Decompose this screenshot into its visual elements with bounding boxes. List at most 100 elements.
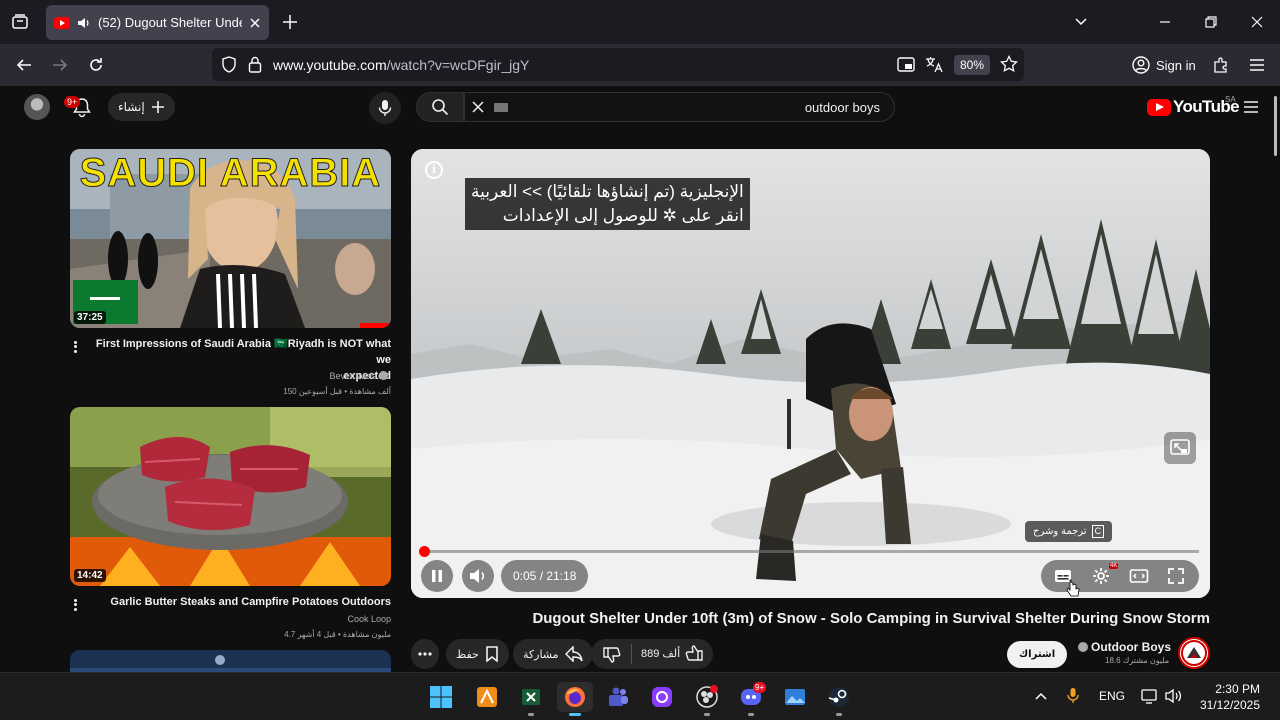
related-video-channel[interactable]: Bevetravels: [200, 371, 388, 381]
channel-avatar[interactable]: [1178, 637, 1210, 669]
user-avatar[interactable]: [24, 94, 50, 120]
bookmark-star-icon[interactable]: [1000, 55, 1018, 73]
like-button[interactable]: [685, 645, 703, 662]
restore-icon[interactable]: [1204, 15, 1218, 29]
input-language[interactable]: ENG: [1099, 689, 1125, 703]
miniplayer-icon: [1170, 439, 1190, 455]
extensions-icon[interactable]: [1212, 56, 1230, 74]
related-video-thumbnail[interactable]: SAUDI ARABIA 37:25: [70, 149, 391, 328]
scrollbar-thumb[interactable]: [1274, 96, 1277, 156]
share-button[interactable]: مشاركة: [513, 639, 593, 669]
settings-gear-icon: [1093, 568, 1109, 584]
new-tab-icon[interactable]: [281, 13, 299, 31]
taskbar-app-sublime[interactable]: [472, 682, 502, 712]
translate-icon[interactable]: [925, 56, 943, 73]
channel-name[interactable]: Outdoor Boys: [1078, 640, 1171, 654]
guide-menu-icon[interactable]: [1242, 99, 1260, 115]
taskbar-running-indicator: [836, 713, 842, 716]
youtube-play-logo-icon: [1147, 98, 1171, 116]
url-host: www.youtube.com: [273, 57, 387, 73]
related-video-channel[interactable]: Cook Loop: [200, 614, 391, 624]
photos-icon: [785, 689, 805, 705]
more-actions-icon[interactable]: [74, 597, 78, 612]
thumbnail-image: [70, 650, 391, 672]
obs-icon: [696, 685, 718, 708]
progress-scrubber-handle[interactable]: [419, 546, 430, 557]
clear-search-icon[interactable]: [471, 100, 485, 114]
tab-list-icon[interactable]: [11, 13, 29, 31]
tray-overflow-chevron-icon[interactable]: [1034, 690, 1048, 702]
taskbar-app-excel[interactable]: [516, 682, 546, 712]
subscribe-button[interactable]: اشتراك: [1007, 641, 1068, 668]
clock-date[interactable]: 31/12/2025: [1194, 698, 1260, 712]
tracking-shield-icon[interactable]: [221, 56, 237, 73]
channel-name-text: Bevetravels: [329, 371, 377, 381]
volume-tray-icon[interactable]: [1165, 688, 1183, 704]
search-button[interactable]: [416, 92, 464, 122]
network-icon[interactable]: [1141, 688, 1159, 704]
zoom-level-button[interactable]: 80%: [954, 55, 991, 75]
info-icon[interactable]: i: [425, 161, 443, 179]
tab-overflow-chevron-icon[interactable]: [1074, 15, 1088, 29]
related-video-title[interactable]: Garlic Butter Steaks and Campfire Potato…: [92, 594, 391, 610]
close-window-icon[interactable]: [1250, 15, 1264, 29]
captions-tooltip: ترجمة وشرح C: [1025, 521, 1113, 542]
video-duration-badge: 14:42: [74, 569, 106, 582]
subtitle-caption: الإنجليزية (تم إنشاؤها تلقائيًا) >> العر…: [465, 178, 750, 230]
video-player[interactable]: i الإنجليزية (تم إنشاؤها تلقائيًا) >> ال…: [411, 149, 1210, 598]
related-video-meta: 150 ألف مشاهدة • قبل أسبوعين: [283, 387, 391, 396]
account-icon: [1132, 56, 1150, 74]
microphone-in-use-icon[interactable]: [1067, 687, 1079, 705]
clock-time[interactable]: 2:30 PM: [1214, 682, 1260, 696]
tab-close-icon[interactable]: [249, 17, 261, 29]
reload-icon[interactable]: [87, 56, 105, 74]
dislike-button[interactable]: [603, 646, 621, 663]
pause-icon: [432, 570, 442, 582]
miniplayer-button[interactable]: [1164, 432, 1196, 464]
taskbar-app-photos[interactable]: [780, 682, 810, 712]
forward-icon[interactable]: [51, 56, 69, 74]
taskbar-app-steam[interactable]: [824, 682, 854, 712]
app-menu-icon[interactable]: [1248, 56, 1266, 74]
url-bar[interactable]: www.youtube.com/watch?v=wcDFgir_jgY 80%: [212, 48, 1024, 81]
start-button[interactable]: [426, 682, 456, 712]
mute-button[interactable]: [462, 560, 494, 592]
save-button[interactable]: حفظ: [446, 639, 509, 669]
region-code: SA: [1225, 95, 1236, 104]
sign-in-label: Sign in: [1156, 57, 1196, 73]
more-actions-icon[interactable]: [74, 339, 78, 354]
youtube-page: 9+ إنشاء outdoor boys YouTube SA SAUDI A…: [0, 86, 1280, 672]
keyboard-icon[interactable]: [494, 103, 508, 112]
search-input[interactable]: outdoor boys: [464, 92, 895, 122]
fullscreen-button[interactable]: [1166, 566, 1186, 586]
lock-icon[interactable]: [248, 56, 262, 73]
taskbar-running-indicator: [748, 713, 754, 716]
related-video-thumbnail[interactable]: [70, 650, 391, 672]
minimize-icon[interactable]: [1158, 15, 1172, 29]
mouse-cursor-icon: [1066, 579, 1080, 597]
thumbs-up-icon: [685, 645, 703, 661]
share-icon: [564, 646, 583, 662]
pause-button[interactable]: [421, 560, 453, 592]
speaker-icon[interactable]: [77, 16, 91, 30]
voice-search-button[interactable]: [369, 92, 401, 124]
related-video-thumbnail[interactable]: 14:42: [70, 407, 391, 586]
picture-in-picture-icon[interactable]: [897, 56, 915, 73]
more-actions-button[interactable]: [411, 639, 439, 669]
page-scrollbar[interactable]: [1272, 86, 1280, 672]
verified-badge-icon: [1078, 642, 1088, 652]
discord-badge: 9+: [753, 682, 767, 693]
taskbar-app-firefox[interactable]: [557, 682, 593, 712]
tab-title: (52) Dugout Shelter Under: [98, 15, 242, 30]
pill-divider: [631, 644, 632, 664]
browser-tab-active[interactable]: (52) Dugout Shelter Under: [46, 5, 269, 40]
taskbar-app-purple[interactable]: [647, 682, 677, 712]
create-button[interactable]: إنشاء: [108, 93, 175, 121]
back-icon[interactable]: [15, 56, 33, 74]
taskbar-app-teams[interactable]: [603, 682, 633, 712]
sign-in-button[interactable]: Sign in: [1124, 51, 1204, 79]
taskbar-app-obs[interactable]: [692, 682, 722, 712]
settings-button[interactable]: [1091, 566, 1111, 586]
progress-bar[interactable]: [423, 550, 1199, 553]
theater-mode-button[interactable]: [1129, 566, 1149, 586]
